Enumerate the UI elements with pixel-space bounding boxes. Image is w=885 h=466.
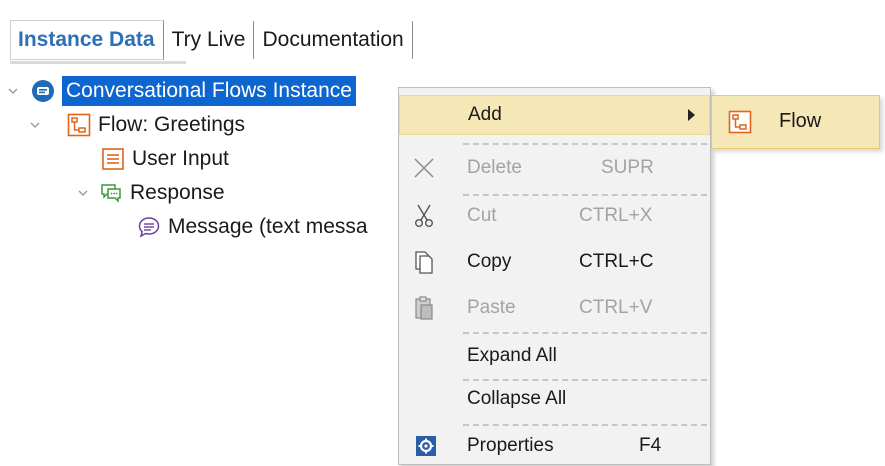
menu-item-properties-label: Properties	[467, 435, 554, 456]
tree-node-message-label[interactable]: Message (text messa	[168, 215, 368, 239]
tree-node-flow[interactable]: Flow: Greetings	[24, 108, 245, 142]
menu-item-add-label: Add	[468, 104, 502, 125]
chevron-down-icon[interactable]	[30, 120, 40, 130]
tab-bar: Instance Data Try Live Documentation	[10, 19, 413, 61]
menu-item-cut[interactable]: Cut CTRL+X	[399, 196, 710, 236]
tree-node-user-input[interactable]: User Input	[100, 142, 229, 176]
menu-item-expand-all-label: Expand All	[467, 345, 557, 366]
tree-node-response[interactable]: Response	[70, 176, 225, 210]
submenu-arrow-icon	[688, 109, 695, 121]
tree-node-response-label[interactable]: Response	[130, 181, 225, 205]
menu-item-paste-shortcut: CTRL+V	[579, 297, 653, 318]
tree-node-message[interactable]: Message (text messa	[136, 210, 398, 244]
gear-icon	[411, 431, 441, 461]
menu-separator	[463, 332, 707, 334]
scissors-icon	[409, 201, 439, 231]
flow-icon	[66, 112, 92, 138]
menu-item-cut-label: Cut	[467, 205, 497, 226]
menu-item-expand-all[interactable]: Expand All	[399, 336, 710, 376]
message-icon	[136, 214, 162, 240]
menu-item-delete[interactable]: Delete SUPR	[399, 148, 710, 188]
chevron-down-icon[interactable]	[78, 188, 88, 198]
menu-item-copy-label: Copy	[467, 251, 512, 272]
tree-node-root[interactable]: Conversational Flows Instance	[4, 74, 356, 108]
submenu-item-flow[interactable]: Flow	[712, 96, 879, 148]
menu-item-cut-shortcut: CTRL+X	[579, 205, 653, 226]
chevron-down-icon[interactable]	[8, 86, 18, 96]
chatbot-instance-icon	[30, 78, 56, 104]
tab-try-live[interactable]: Try Live	[164, 21, 255, 59]
response-icon	[98, 180, 124, 206]
menu-item-collapse-all[interactable]: Collapse All	[399, 379, 710, 419]
paste-icon	[409, 293, 439, 323]
tab-instance-data[interactable]: Instance Data	[10, 20, 164, 60]
menu-item-delete-shortcut: SUPR	[601, 157, 654, 178]
context-menu: Add Delete SUPR Cut CTRL+X Copy CTRL+C P…	[398, 87, 711, 465]
menu-item-copy-shortcut: CTRL+C	[579, 251, 654, 272]
menu-item-paste-label: Paste	[467, 297, 516, 318]
user-input-icon	[100, 146, 126, 172]
tree-node-root-label[interactable]: Conversational Flows Instance	[62, 76, 356, 106]
menu-item-add[interactable]: Add	[399, 95, 710, 135]
add-submenu: Flow	[711, 95, 880, 149]
menu-item-properties[interactable]: Properties F4	[399, 426, 710, 466]
tree-node-flow-label[interactable]: Flow: Greetings	[98, 113, 245, 137]
menu-item-properties-shortcut: F4	[639, 435, 662, 456]
menu-item-paste[interactable]: Paste CTRL+V	[399, 288, 710, 328]
flow-icon	[726, 108, 754, 136]
menu-separator	[463, 143, 707, 145]
tree-node-user-input-label[interactable]: User Input	[132, 147, 229, 171]
delete-icon	[409, 153, 439, 183]
menu-item-delete-label: Delete	[467, 157, 522, 178]
active-tab-underline	[10, 61, 186, 64]
tab-documentation[interactable]: Documentation	[254, 21, 413, 59]
submenu-item-flow-label: Flow	[779, 110, 822, 132]
menu-item-collapse-all-label: Collapse All	[467, 388, 567, 409]
menu-item-copy[interactable]: Copy CTRL+C	[399, 242, 710, 282]
copy-icon	[409, 247, 439, 277]
